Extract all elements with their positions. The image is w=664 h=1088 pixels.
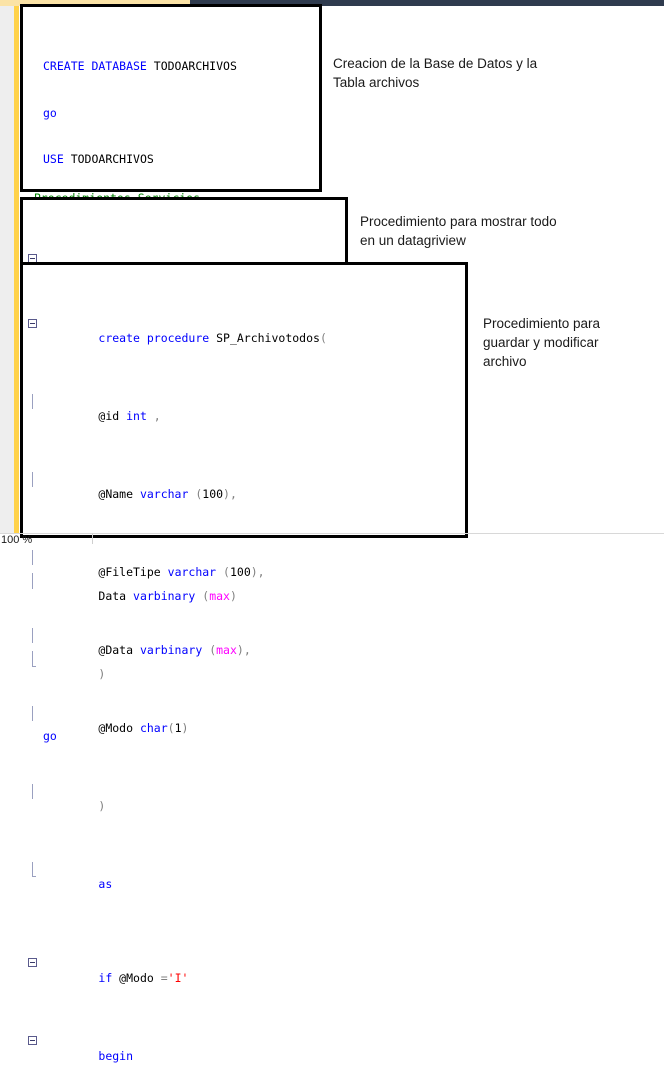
code-line: create procedure SP_Archivotodos( xyxy=(27,316,461,363)
collapse-toggle-icon[interactable] xyxy=(28,958,37,968)
outline-bar xyxy=(32,471,33,488)
outline-bar xyxy=(32,783,33,800)
code-line: if @Modo ='I' xyxy=(27,955,461,1002)
code-line: begin xyxy=(27,1033,461,1080)
code-line: go xyxy=(43,105,57,120)
code-line: @id int , xyxy=(27,393,461,441)
collapse-toggle-icon[interactable] xyxy=(28,318,37,328)
code-block-create-database-and-table[interactable]: CREATE DATABASE TODOARCHIVOS go USE TODO… xyxy=(20,4,322,743)
code-block-sp-archivotodos-procedure[interactable]: create procedure SP_Archivotodos( @id in… xyxy=(20,262,468,1063)
code-line: @Data varbinary (max), xyxy=(27,627,461,675)
code-line: @Modo char(1) xyxy=(27,705,461,753)
code-line: @Name varchar (100), xyxy=(27,471,461,519)
code-block-mostrar-archivo-procedure[interactable]: create proc Mostrar_archivo as select id… xyxy=(20,197,403,499)
status-bar-divider xyxy=(0,533,664,534)
outline-bar xyxy=(32,861,36,878)
editor-gutter[interactable] xyxy=(0,6,15,534)
annotation-save-modify-procedure: Procedimiento para guardar y modificar a… xyxy=(483,316,601,369)
annotation-database-table: Creacion de la Base de Datos y la Tabla … xyxy=(333,56,538,90)
outline-bar xyxy=(32,393,33,410)
change-marker xyxy=(14,6,19,192)
code-line: @FileTipe varchar (100), xyxy=(27,549,461,597)
code-line: CREATE DATABASE TODOARCHIVOS xyxy=(43,58,237,73)
sql-editor-surface[interactable]: CREATE DATABASE TODOARCHIVOS go USE TODO… xyxy=(0,4,664,1063)
status-bar-separator xyxy=(92,533,93,544)
code-line: as xyxy=(27,861,461,909)
collapse-toggle-icon[interactable] xyxy=(28,1036,37,1046)
outline-bar xyxy=(32,705,33,722)
change-marker xyxy=(14,198,19,534)
change-marker xyxy=(14,184,19,198)
code-block-3-lines[interactable]: create procedure SP_Archivotodos( @id in… xyxy=(23,265,465,1088)
outline-bar xyxy=(32,549,33,566)
outline-bar xyxy=(32,627,33,644)
annotation-show-procedure: Procedimiento para mostrar todo en un da… xyxy=(360,214,557,248)
code-line: ) xyxy=(27,783,461,831)
code-line: USE TODOARCHIVOS xyxy=(43,152,154,167)
zoom-level-status[interactable]: 100 % xyxy=(1,534,32,546)
